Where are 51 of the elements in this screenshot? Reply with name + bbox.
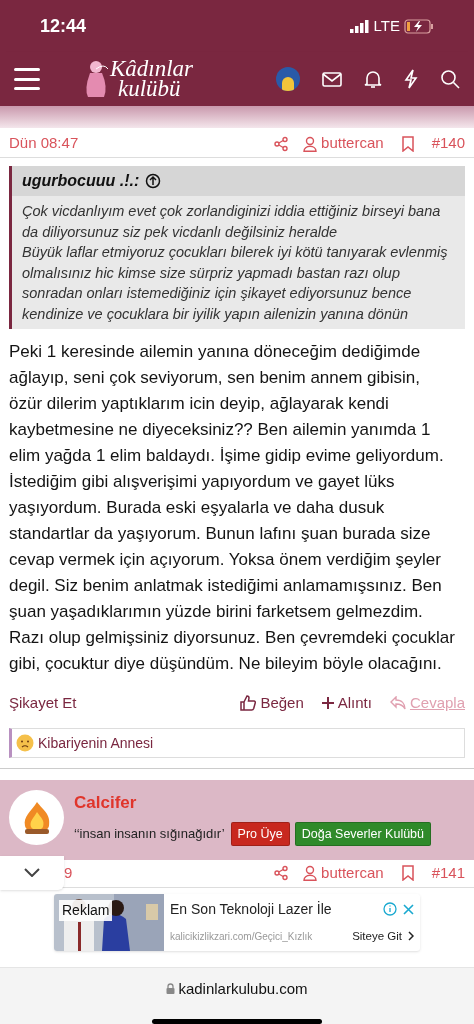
- signal-icon: [349, 19, 370, 33]
- ad-headline[interactable]: En Son Teknoloji Lazer İle: [170, 898, 383, 920]
- like-button[interactable]: Beğen: [240, 691, 304, 715]
- quote-text: Çok vicdanlıyım evet çok zorlandiginizi iddia ettiğiniz birseyi bana da diliyorsunuz siz pek vicdanlı değilsiniz heralde: [22, 202, 442, 242]
- ad-banner[interactable]: Reklam En Son Teknoloji Lazer İle kalicikizlikzari.com/Geçici_Kızlık Siteye Git: [54, 893, 420, 951]
- sad-face-icon: [16, 734, 34, 752]
- battery-icon: [404, 18, 434, 34]
- lock-icon: [166, 983, 176, 995]
- author-link[interactable]: buttercan: [321, 861, 384, 885]
- user-icon: [303, 135, 318, 152]
- share-icon[interactable]: [273, 135, 290, 152]
- post-date[interactable]: Dün 08:47: [9, 132, 79, 155]
- search-icon[interactable]: [440, 69, 460, 89]
- post-body: Peki 1 keresinde ailemin yanına döneceğim dediğimde ağlayıp, seni çok seviyorum, sen benim annem gibisin, özür dilerim yaptıklarım icin deyip, ağlayarak kendi kaybetmesine ne diyeceksiniz?? Ben ailemin yanımda 1 elim yağda 1 elim baldaydı. İşime gidip evime geliyordum. İstediğim gibi alışverişimi yapıyordum ve gayet lüks yaşıyordum. Burada eski eşyalarla ve daha dusuk standartlar da yaşıyorum. Bunun lafını şuan burada size cevap vermek için açıyorum. Yoksa önem verdiğim şeyler degil. Siz benim anlatmak istediğimi anlamamışsınız. Ben şuan yaşadıklarımın yüzde birini farketsem gelmezdim. Razı olup gelmişsiniz diyorsunuz. Ben çevremdeki çocuklar gibi, çocuktur diye düşündüm. Ne bileyim böyle olacağını.: [8, 341, 456, 675]
- post-number[interactable]: #140: [431, 132, 465, 155]
- info-icon[interactable]: [383, 902, 397, 916]
- bell-icon[interactable]: [364, 69, 382, 89]
- post-number[interactable]: #141: [431, 861, 465, 885]
- share-icon[interactable]: [273, 865, 290, 881]
- author-link[interactable]: buttercan: [321, 132, 384, 155]
- chevron-down-icon: [24, 868, 40, 877]
- plus-icon: [321, 697, 334, 709]
- thumbs-up-icon: [240, 695, 257, 711]
- clock: 12:44: [40, 14, 87, 38]
- ad-label: Reklam: [59, 899, 113, 921]
- visit-site-button[interactable]: Siteye Git: [352, 927, 414, 945]
- logo-text: kulübü: [118, 79, 182, 99]
- user-badge: Doğa Severler Kulübü: [294, 821, 431, 847]
- menu-button[interactable]: [14, 68, 40, 90]
- mail-icon[interactable]: [322, 71, 342, 87]
- report-link[interactable]: Şikayet Et: [9, 691, 77, 715]
- reactions-bar[interactable]: Kibariyenin Annesi: [9, 728, 465, 758]
- user-avatar[interactable]: [9, 790, 64, 845]
- ad-url: kalicikizlikzari.com/Geçici_Kızlık: [170, 929, 313, 944]
- quote-text: Büyük laflar etmiyoruz çocukları bilerek iyi kötü tanıyarak evlenmiş olmalısınız hic kimse size sürpriz yapmadı bastan razı olup sonradan onları istemediğiniz için şikayet ediyorsunuz bence kendinize ve çocuklara bir iyilik yapın ailenizin yanına dönün: [22, 243, 449, 324]
- reactions-text: Kibariyenin Annesi: [38, 733, 154, 753]
- quote-button[interactable]: Alıntı: [321, 691, 372, 715]
- network-label: LTE: [373, 15, 400, 36]
- user-avatar[interactable]: [276, 67, 300, 91]
- lightning-icon[interactable]: [404, 69, 418, 89]
- close-icon[interactable]: [403, 903, 414, 915]
- address-bar[interactable]: kadinlarkulubu.com: [178, 977, 308, 1000]
- user-title: ‘‘insan insanın sığınağıdır’: [74, 825, 225, 844]
- logo-text: Kâdınlar: [110, 59, 194, 79]
- post-date[interactable]: 9: [64, 861, 73, 885]
- reply-icon: [389, 696, 406, 710]
- bookmark-icon[interactable]: [401, 135, 414, 152]
- chevron-right-icon: [408, 931, 414, 942]
- user-icon: [303, 865, 318, 881]
- user-badge: Pro Üye: [230, 821, 290, 847]
- bookmark-icon[interactable]: [401, 865, 414, 881]
